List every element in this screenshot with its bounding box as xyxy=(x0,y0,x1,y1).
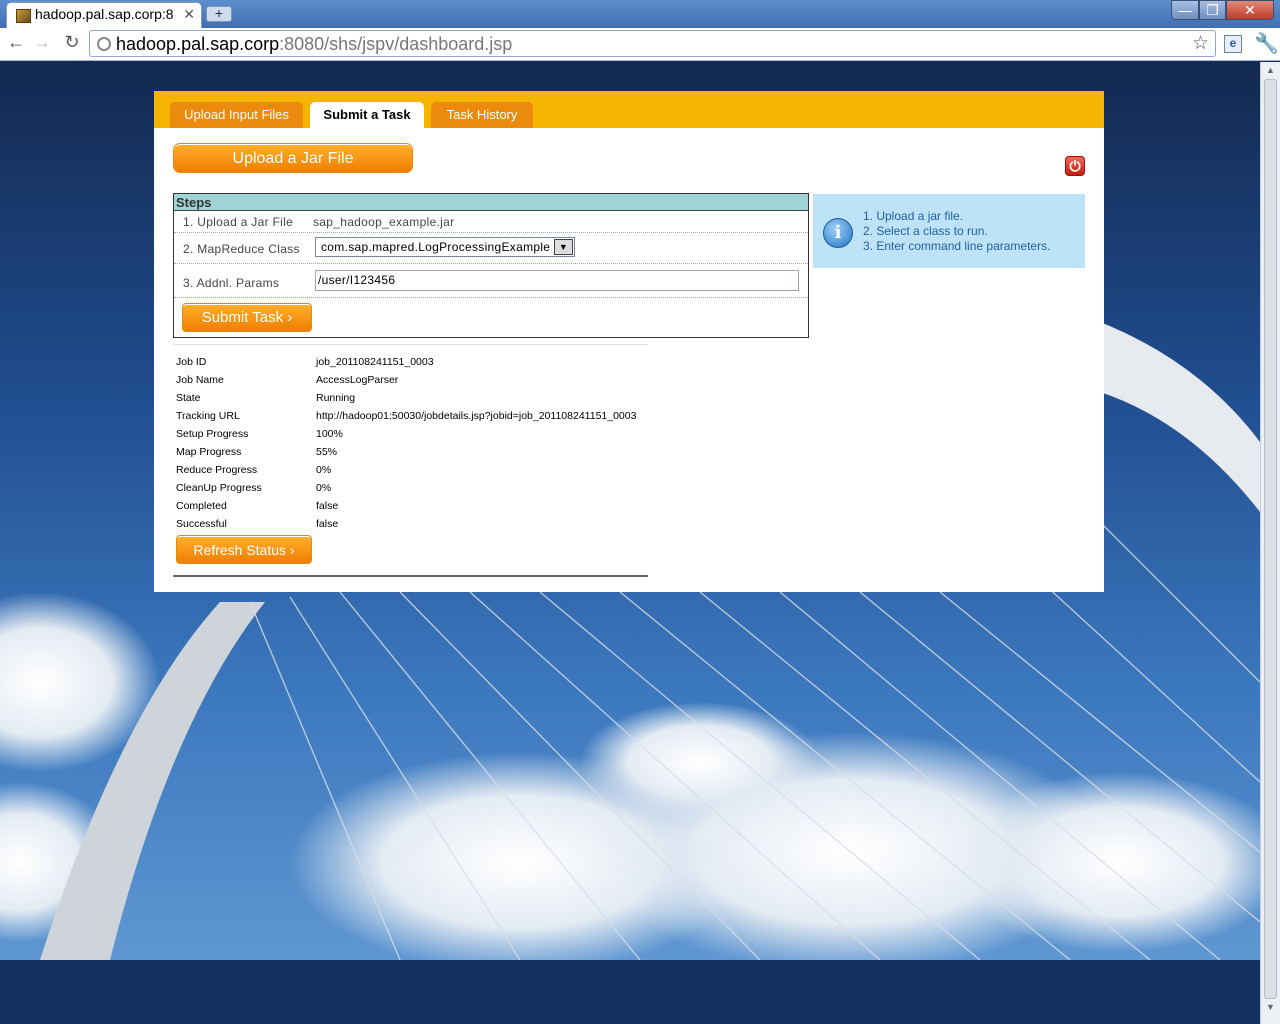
page-scrollbar[interactable]: ▲ ▼ xyxy=(1260,62,1280,1024)
step-params-row: 3. Addnl. Params /user/I123456 xyxy=(174,264,808,298)
job-value: 55% xyxy=(316,446,338,458)
mapreduce-class-value: com.sap.mapred.LogProcessingExample xyxy=(321,240,551,254)
page-footer-band xyxy=(0,960,1260,1024)
jar-filename: sap_hadoop_example.jar xyxy=(313,215,455,229)
job-value: 0% xyxy=(316,482,332,494)
info-list: 1. Upload a jar file. 2. Select a class … xyxy=(863,209,1050,254)
step1-label: 1. Upload a Jar File xyxy=(183,215,294,229)
step-upload-jar-row: 1. Upload a Jar File sap_hadoop_example.… xyxy=(174,211,808,233)
new-tab-button[interactable]: + xyxy=(206,6,232,22)
job-key: Reduce Progress xyxy=(176,464,258,476)
steps-header: Steps xyxy=(174,194,808,211)
job-value: false xyxy=(316,518,339,530)
job-key: CleanUp Progress xyxy=(176,482,262,494)
page-action-icon[interactable]: e xyxy=(1224,35,1242,53)
scrollbar-thumb[interactable] xyxy=(1264,79,1277,999)
info-item: 2. Select a class to run. xyxy=(863,224,988,238)
app-tab-bar: Upload Input Files Submit a Task Task Hi… xyxy=(154,91,1104,128)
info-icon: i xyxy=(823,218,853,248)
minimize-button[interactable]: — xyxy=(1171,0,1199,20)
job-key: State xyxy=(176,392,201,404)
forward-arrow-icon[interactable]: → xyxy=(31,32,53,53)
favicon-icon xyxy=(16,9,31,23)
tab-title: hadoop.pal.sap.corp:8 xyxy=(35,6,174,22)
tab-submit-a-task[interactable]: Submit a Task xyxy=(310,102,424,128)
wrench-icon[interactable]: 🔧 xyxy=(1254,31,1279,56)
tab-close-icon[interactable]: ✕ xyxy=(179,6,195,23)
info-item: 3. Enter command line parameters. xyxy=(863,239,1051,253)
job-key: Tracking URL xyxy=(176,410,240,422)
globe-icon xyxy=(97,37,111,51)
back-arrow-icon[interactable]: ← xyxy=(5,32,27,53)
info-box: i 1. Upload a jar file. 2. Select a clas… xyxy=(813,194,1085,268)
job-key: Setup Progress xyxy=(176,428,249,440)
scroll-down-icon[interactable]: ▼ xyxy=(1261,999,1280,1016)
bookmark-star-icon[interactable]: ☆ xyxy=(1192,32,1209,55)
browser-tab[interactable]: hadoop.pal.sap.corp:8 ✕ xyxy=(6,2,202,28)
power-icon[interactable]: ⏻ xyxy=(1065,156,1085,176)
job-value: Running xyxy=(316,392,356,404)
divider xyxy=(173,575,648,577)
address-bar[interactable]: hadoop.pal.sap.corp:8080/shs/jspv/dashbo… xyxy=(89,30,1216,57)
reload-icon[interactable]: ↻ xyxy=(61,32,83,53)
job-key: Map Progress xyxy=(176,446,242,458)
chevron-down-icon[interactable]: ▼ xyxy=(554,239,573,255)
upload-jar-file-button[interactable]: Upload a Jar File xyxy=(173,143,413,173)
step-mapreduce-class-row: 2. MapReduce Class com.sap.mapred.LogPro… xyxy=(174,233,808,264)
browser-titlebar: hadoop.pal.sap.corp:8 ✕ + — ❐ ✕ xyxy=(0,0,1280,28)
job-value: false xyxy=(316,500,339,512)
tab-upload-input-files[interactable]: Upload Input Files xyxy=(170,102,303,128)
job-value: 100% xyxy=(316,428,343,440)
job-value: AccessLogParser xyxy=(316,374,399,386)
close-window-button[interactable]: ✕ xyxy=(1226,0,1274,20)
job-key: Job ID xyxy=(176,356,207,368)
window-controls: — ❐ ✕ xyxy=(1171,0,1274,20)
job-value: job_201108241151_0003 xyxy=(316,356,434,368)
job-value: 0% xyxy=(316,464,332,476)
mapreduce-class-select[interactable]: com.sap.mapred.LogProcessingExample ▼ xyxy=(315,237,575,257)
dashboard-panel: Upload Input Files Submit a Task Task Hi… xyxy=(154,91,1104,592)
params-input[interactable]: /user/I123456 xyxy=(315,270,799,291)
divider xyxy=(173,344,648,345)
maximize-button[interactable]: ❐ xyxy=(1199,0,1226,20)
job-key: Successful xyxy=(176,518,227,530)
url-host: hadoop.pal.sap.corp xyxy=(116,34,280,54)
refresh-status-button[interactable]: Refresh Status › xyxy=(176,535,312,564)
steps-form: Steps 1. Upload a Jar File sap_hadoop_ex… xyxy=(173,193,809,338)
tracking-url-link[interactable]: http://hadoop01:50030/jobdetails.jsp?job… xyxy=(316,407,636,425)
tab-task-history[interactable]: Task History xyxy=(431,102,533,128)
scroll-up-icon[interactable]: ▲ xyxy=(1261,62,1280,79)
step3-label: 3. Addnl. Params xyxy=(183,276,280,290)
job-key: Job Name xyxy=(176,374,224,386)
submit-task-button[interactable]: Submit Task › xyxy=(182,303,312,332)
step2-label: 2. MapReduce Class xyxy=(183,242,300,256)
info-item: 1. Upload a jar file. xyxy=(863,209,964,223)
url-path: :8080/shs/jspv/dashboard.jsp xyxy=(279,34,513,54)
job-key: Completed xyxy=(176,500,227,512)
